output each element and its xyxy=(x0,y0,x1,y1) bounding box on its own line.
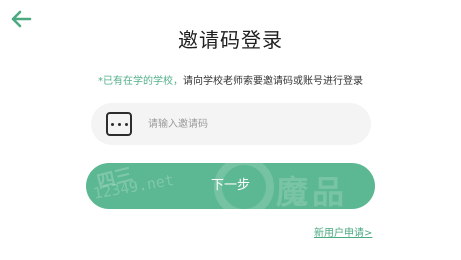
hint-text: *已有在学的学校，请向学校老师索要邀请码或账号进行登录 xyxy=(0,72,461,87)
dot xyxy=(110,122,114,126)
hint-body: 请向学校老师索要邀请码或账号进行登录 xyxy=(183,76,363,87)
invite-code-field[interactable] xyxy=(91,103,371,145)
page-title: 邀请码登录 xyxy=(178,28,283,52)
dot xyxy=(117,122,121,126)
dot xyxy=(124,122,128,126)
hint-prefix: *已有在学的学校， xyxy=(98,76,183,87)
next-button-label: 下一步 xyxy=(210,178,250,193)
new-user-apply-link[interactable]: 新用户申请> xyxy=(314,224,372,239)
next-button[interactable]: 四三 12349.net 魔品 下一步 xyxy=(86,163,375,209)
dots-box-icon xyxy=(106,112,132,136)
invite-code-input[interactable] xyxy=(146,117,350,131)
login-page: 邀请码登录 *已有在学的学校，请向学校老师索要邀请码或账号进行登录 四三 123… xyxy=(0,0,461,260)
